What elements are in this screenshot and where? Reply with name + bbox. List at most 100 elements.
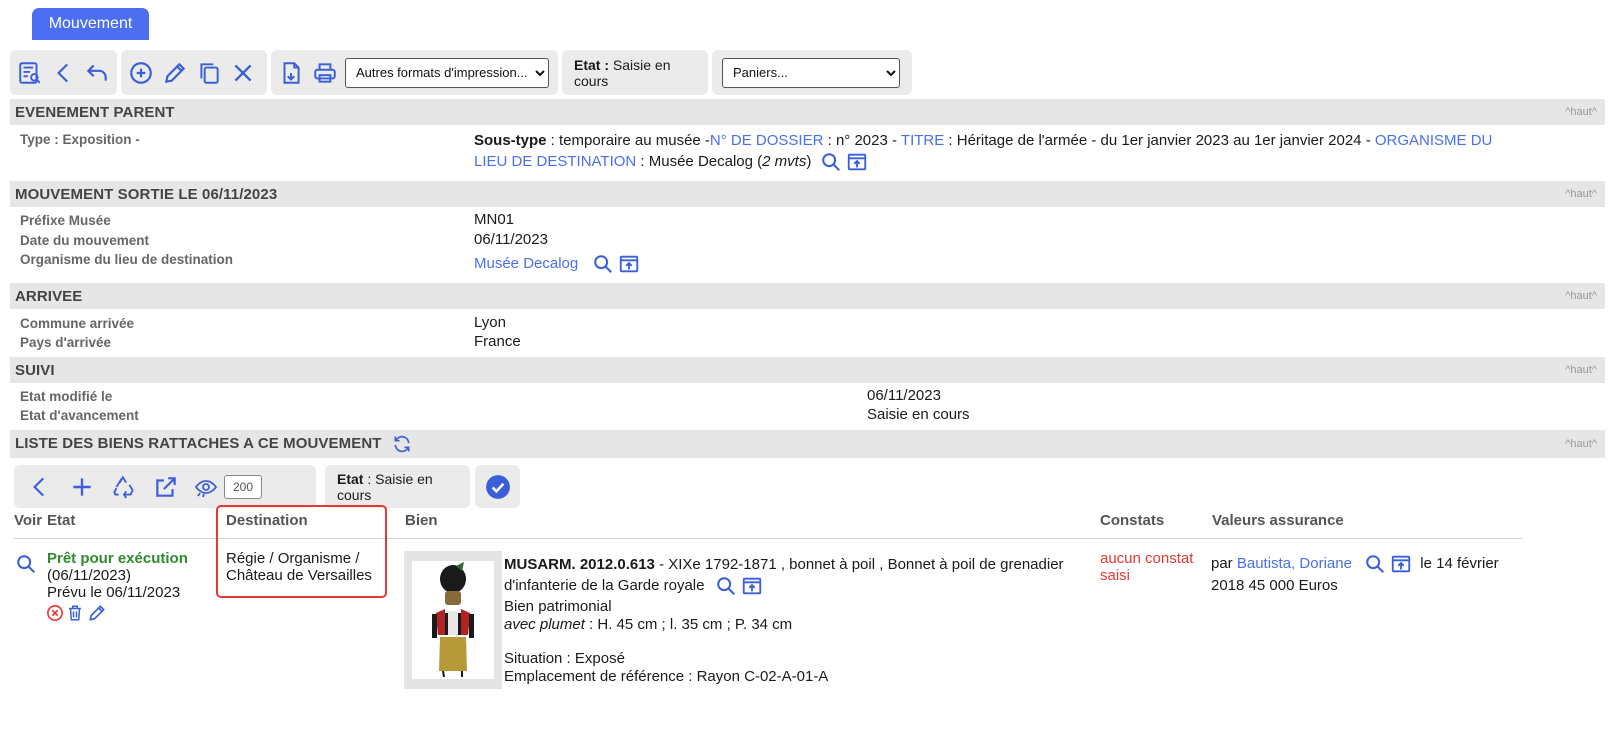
search-icon[interactable] <box>715 575 737 597</box>
haut-link[interactable]: ^haut^ <box>1565 364 1597 376</box>
bien-description: MUSARM. 2012.0.613 - XIXe 1792-1871 , bo… <box>504 554 1094 597</box>
open-record-icon[interactable] <box>846 151 868 173</box>
search-icon[interactable] <box>820 151 842 173</box>
section-arrivee: ARRIVEE ^haut^ <box>10 283 1605 309</box>
constat-text-2: saisi <box>1100 567 1131 584</box>
toolbar-print-group: Autres formats d'impression... <box>271 50 558 95</box>
etat-modifie-value: 06/11/2023 <box>867 387 941 404</box>
refresh-icon[interactable] <box>392 434 412 454</box>
organisme-destination: Musée Decalog <box>474 253 640 275</box>
organisme-label: ORGANISME DU <box>1374 132 1493 149</box>
soustype-label: Sous-type <box>474 132 547 149</box>
section-title: ARRIVEE <box>15 287 83 305</box>
mvts-count: 2 mvts <box>762 153 807 170</box>
search-icon[interactable] <box>592 253 614 275</box>
bien-categorie: Bien patrimonial <box>504 598 612 615</box>
prefixe-label: Préfixe Musée <box>20 213 111 228</box>
close-paren: ) <box>806 153 812 170</box>
section-title: SUIVI <box>15 361 55 379</box>
column-constats: Constats <box>1100 512 1165 529</box>
etat-modifie-label: Etat modifié le <box>20 389 113 404</box>
column-voir: Voir <box>14 512 43 529</box>
bien-desc-2: d'infanterie de la Garde royale <box>504 577 705 594</box>
toolbar-paniers-group: Paniers... <box>712 50 912 95</box>
bien-dimensions: : H. 45 cm ; l. 35 cm ; P. 34 cm <box>584 616 793 633</box>
tab-mouvement[interactable]: Mouvement <box>32 8 149 40</box>
organisme-destination-label: Organisme du lieu de destination <box>20 252 234 267</box>
etat-avancement-value: Saisie en cours <box>867 406 970 423</box>
row-status: Prêt pour exécution <box>47 550 188 567</box>
section-liste-biens: LISTE DES BIENS RATTACHES A CE MOUVEMENT… <box>10 430 1605 458</box>
haut-link[interactable]: ^haut^ <box>1565 188 1597 200</box>
plumet-label: avec plumet <box>504 616 585 633</box>
bien-situation: Situation : Exposé <box>504 650 625 667</box>
copy-icon[interactable] <box>195 59 223 87</box>
commune-value: Lyon <box>474 314 506 331</box>
date-value: 06/11/2023 <box>474 231 548 248</box>
pencil-icon[interactable] <box>86 603 108 623</box>
prefixe-value: MN01 <box>474 211 515 228</box>
valeur-person-link[interactable]: Bautista, Doriane <box>1237 555 1352 572</box>
pencil-icon[interactable] <box>161 59 189 87</box>
open-record-icon[interactable] <box>741 575 763 597</box>
haut-link[interactable]: ^haut^ <box>1565 106 1597 118</box>
section-mouvement-sortie: MOUVEMENT SORTIE LE 06/11/2023 ^haut^ <box>10 181 1605 207</box>
paniers-select[interactable]: Paniers... <box>722 57 900 88</box>
pays-label: Pays d'arrivée <box>20 335 112 350</box>
section-title: LISTE DES BIENS RATTACHES A CE MOUVEMENT <box>15 434 412 454</box>
haut-link[interactable]: ^haut^ <box>1565 290 1597 302</box>
cancel-circle-icon[interactable] <box>46 603 64 623</box>
organisme-destination-link[interactable]: Musée Decalog <box>474 255 578 272</box>
toolbar-etat-group: Etat : Saisie en cours <box>562 50 708 95</box>
destination-highlight-box <box>216 505 387 598</box>
column-valeurs-assurance: Valeurs assurance <box>1212 512 1344 529</box>
organisme-value: : Musée Decalog ( <box>636 153 763 170</box>
row-status-date: (06/11/2023) <box>47 567 131 584</box>
organisme-label-2: LIEU DE DESTINATION <box>474 153 637 170</box>
object-thumbnail[interactable] <box>404 551 502 689</box>
open-record-icon[interactable] <box>1390 553 1412 575</box>
toolbar-edit-group <box>121 50 267 95</box>
check-circle-icon[interactable] <box>484 473 512 501</box>
add-circle-icon[interactable] <box>127 59 155 87</box>
printer-icon[interactable] <box>311 59 339 87</box>
liste-etat: Etat : Saisie en cours <box>331 471 464 503</box>
close-icon[interactable] <box>229 59 257 87</box>
undo-icon[interactable] <box>83 59 111 87</box>
column-etat: Etat <box>47 512 76 529</box>
external-link-icon[interactable] <box>152 473 180 501</box>
recycle-icon[interactable] <box>110 473 138 501</box>
validate-group <box>475 465 520 508</box>
chevron-left-icon[interactable] <box>26 473 54 501</box>
open-record-icon[interactable] <box>618 253 640 275</box>
eye-icon[interactable] <box>194 473 218 501</box>
pays-value: France <box>474 333 521 350</box>
plus-icon[interactable] <box>68 473 96 501</box>
search-icon[interactable] <box>1364 553 1386 575</box>
chevron-left-icon[interactable] <box>50 59 78 87</box>
constat-text: aucun constat <box>1100 550 1194 567</box>
bien-emplacement: Emplacement de référence : Rayon C-02-A-… <box>504 668 829 685</box>
liste-title: LISTE DES BIENS RATTACHES A CE MOUVEMENT <box>15 434 382 452</box>
search-icon[interactable] <box>14 552 38 576</box>
bien-desc-1: - XIXe 1792-1871 , bonnet à poil , Bonne… <box>654 556 1064 573</box>
section-title: MOUVEMENT SORTIE LE 06/11/2023 <box>15 185 278 203</box>
liste-etat-group: Etat : Saisie en cours <box>325 465 470 508</box>
constat-status: aucun constat saisi <box>1100 550 1193 584</box>
haut-link[interactable]: ^haut^ <box>1565 438 1597 450</box>
row-prevu: Prévu le 06/11/2023 <box>47 584 181 601</box>
page-size-input[interactable]: 200 <box>224 474 262 499</box>
bien-location: Situation : Exposé Emplacement de référe… <box>504 650 828 686</box>
type-label: Type : Exposition - <box>20 132 140 147</box>
trash-icon[interactable] <box>66 603 84 623</box>
list-search-icon[interactable] <box>16 59 44 87</box>
date-label: Date du mouvement <box>20 233 150 248</box>
etat-label: Etat : <box>574 56 609 73</box>
document-export-icon[interactable] <box>277 59 305 87</box>
section-title: EVENEMENT PARENT <box>15 103 175 121</box>
etat-avancement-label: Etat d'avancement <box>20 408 139 423</box>
print-format-select[interactable]: Autres formats d'impression... <box>345 57 549 88</box>
titre-value: : Héritage de l'armée - du 1er janvier 2… <box>944 132 1375 149</box>
valeur-assurance: par Bautista, Doriane le 14 février 2018… <box>1211 553 1521 597</box>
row-actions <box>46 603 108 623</box>
